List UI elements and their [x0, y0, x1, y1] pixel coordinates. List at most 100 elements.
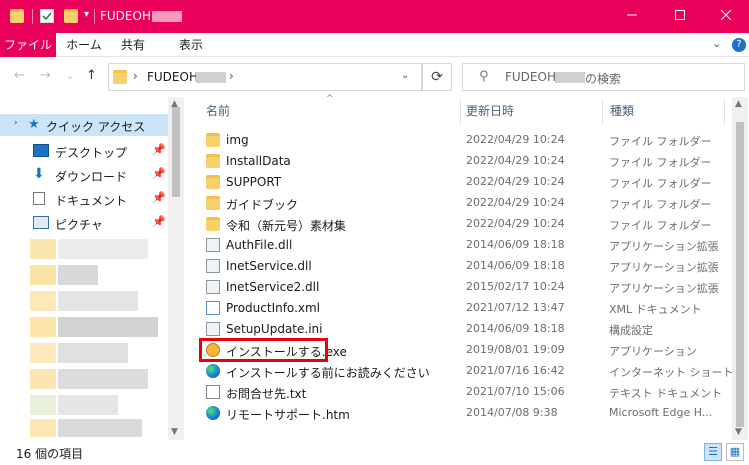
redacted-search-block — [555, 72, 585, 83]
file-date: 2022/04/29 10:24 — [466, 175, 565, 188]
file-type: ファイル フォルダー — [609, 135, 712, 148]
table-row[interactable]: img 2022/04/29 10:24 ファイル フォルダー — [198, 130, 728, 151]
table-row[interactable]: SUPPORT 2022/04/29 10:24 ファイル フォルダー — [198, 172, 728, 193]
tab-home[interactable]: ホーム — [58, 33, 110, 57]
table-row[interactable]: AuthFile.dll 2014/06/09 18:18 アプリケーション拡張 — [198, 235, 728, 256]
folder-icon — [206, 154, 220, 168]
table-row[interactable]: InetService2.dll 2015/02/17 10:24 アプリケーシ… — [198, 277, 728, 298]
dll-file-icon — [206, 259, 220, 273]
window-title: FUDEOH — [100, 9, 151, 23]
table-row[interactable]: InstallData 2022/04/29 10:24 ファイル フォルダー — [198, 151, 728, 172]
sidebar-item-quick-access[interactable]: › ★ クイック アクセス — [0, 114, 168, 136]
redacted-entry — [58, 265, 98, 285]
table-row[interactable]: ProductInfo.xml 2021/07/12 13:47 XML ドキュ… — [198, 298, 728, 319]
new-folder-icon[interactable] — [64, 9, 78, 23]
pin-icon[interactable]: 📌 — [152, 215, 166, 228]
column-divider[interactable] — [724, 99, 725, 125]
large-icons-view-button[interactable]: ▦ — [726, 443, 744, 461]
file-list-scrollbar[interactable]: ▲ ▼ — [732, 97, 748, 440]
breadcrumb-current[interactable]: FUDEOH — [147, 70, 198, 84]
up-button[interactable]: ↑ — [86, 68, 97, 83]
column-header-modified[interactable]: 更新日時 — [466, 97, 514, 125]
column-header-name[interactable]: 名前 — [206, 97, 230, 125]
file-type: アプリケーション — [609, 345, 697, 358]
search-placeholder-suffix: の検索 — [585, 72, 622, 86]
expand-ribbon-button[interactable]: ⌄ — [712, 37, 721, 50]
navpane-scrollbar[interactable]: ▲ ▼ — [168, 97, 184, 440]
file-type: ファイル フォルダー — [609, 219, 712, 232]
sidebar-item-pictures[interactable]: ピクチャ 📌 — [0, 212, 168, 234]
back-button[interactable]: ← — [14, 68, 25, 83]
table-row[interactable]: InetService.dll 2014/06/09 18:18 アプリケーショ… — [198, 256, 728, 277]
column-header-type[interactable]: 種類 — [610, 97, 634, 125]
pin-icon[interactable]: 📌 — [152, 167, 166, 180]
sidebar-item-label: クイック アクセス — [46, 120, 146, 134]
scroll-down-icon[interactable]: ▼ — [735, 427, 742, 437]
sidebar-item-label: デスクトップ — [55, 146, 128, 160]
properties-icon[interactable] — [40, 9, 54, 23]
redacted-title-block — [152, 11, 182, 22]
help-button[interactable]: ? — [732, 38, 746, 52]
redacted-entry — [30, 317, 56, 337]
file-date: 2021/07/10 15:06 — [466, 385, 565, 398]
breadcrumb-chevron-icon[interactable]: › — [229, 69, 234, 83]
file-name: AuthFile.dll — [226, 238, 293, 252]
file-type: アプリケーション拡張 — [609, 261, 719, 274]
folder-icon — [206, 196, 220, 210]
search-box[interactable]: ⚲ FUDEOH の検索 — [462, 63, 745, 91]
file-date: 2021/07/12 13:47 — [466, 301, 565, 314]
highlight-box — [199, 338, 328, 362]
recent-locations-dropdown-icon[interactable]: ⌄ — [66, 71, 74, 82]
close-button[interactable] — [703, 0, 749, 33]
pin-icon[interactable]: 📌 — [152, 191, 166, 204]
download-icon: ⬇ — [33, 166, 45, 182]
scroll-up-icon[interactable]: ▲ — [735, 99, 742, 109]
tab-file[interactable]: ファイル — [0, 33, 56, 57]
folder-icon — [206, 133, 220, 147]
redacted-entry — [30, 265, 56, 285]
column-divider[interactable] — [460, 99, 461, 125]
table-row[interactable]: インストールする前にお読みください 2021/07/16 16:42 インターネ… — [198, 361, 744, 382]
sidebar-item-desktop[interactable]: デスクトップ 📌 — [0, 140, 168, 162]
details-view-button[interactable]: ☰ — [704, 443, 722, 461]
file-date: 2014/06/09 18:18 — [466, 259, 565, 272]
column-divider[interactable] — [602, 99, 603, 125]
search-placeholder-prefix: FUDEOH — [505, 70, 556, 84]
sidebar-item-downloads[interactable]: ⬇ ダウンロード 📌 — [0, 164, 168, 186]
table-row[interactable]: リモートサポート.htm 2014/07/08 9:38 Microsoft E… — [198, 403, 728, 424]
tab-view[interactable]: 表示 — [168, 33, 214, 57]
sidebar-item-documents[interactable]: ドキュメント 📌 — [0, 188, 168, 210]
scrollbar-thumb[interactable] — [172, 107, 180, 197]
table-row[interactable]: 令和（新元号）素材集 2022/04/29 10:24 ファイル フォルダー — [198, 214, 728, 235]
table-row[interactable]: ガイドブック 2022/04/29 10:24 ファイル フォルダー — [198, 193, 728, 214]
address-dropdown-icon[interactable]: ⌄ — [401, 70, 409, 81]
table-row[interactable]: お問合せ先.txt 2021/07/10 15:06 テキスト ドキュメント — [198, 382, 728, 403]
redacted-entry — [58, 317, 158, 337]
chevron-down-icon[interactable]: › — [14, 118, 18, 128]
address-bar[interactable]: › FUDEOH › ⌄ — [108, 63, 422, 91]
forward-button[interactable]: → — [40, 68, 51, 83]
close-icon — [720, 9, 732, 21]
scroll-down-icon[interactable]: ▼ — [171, 427, 178, 437]
redacted-entry — [30, 239, 56, 259]
folder-icon — [113, 70, 127, 84]
title-bar[interactable]: ▾ FUDEOH — [0, 0, 749, 33]
tab-share[interactable]: 共有 — [113, 33, 153, 57]
file-name: 令和（新元号）素材集 — [226, 219, 347, 233]
sort-ascending-icon: ^ — [326, 94, 334, 104]
refresh-button[interactable]: ⟳ — [422, 63, 452, 91]
file-type: ファイル フォルダー — [609, 198, 712, 211]
file-name: InetService.dll — [226, 259, 312, 273]
breadcrumb-chevron-icon[interactable]: › — [133, 69, 138, 83]
pin-icon[interactable]: 📌 — [152, 143, 166, 156]
file-type: XML ドキュメント — [609, 303, 702, 316]
table-row[interactable]: SetupUpdate.ini 2014/06/09 18:18 構成設定 — [198, 319, 728, 340]
scrollbar-thumb[interactable] — [736, 122, 744, 427]
redacted-breadcrumb-block — [196, 72, 226, 83]
star-icon: ★ — [28, 117, 40, 132]
file-date: 2015/02/17 10:24 — [466, 280, 565, 293]
minimize-button[interactable] — [609, 0, 655, 33]
quick-access-toolbar-dropdown-icon[interactable]: ▾ — [84, 9, 89, 20]
maximize-button[interactable] — [657, 0, 703, 33]
file-date: 2019/08/01 19:09 — [466, 343, 565, 356]
